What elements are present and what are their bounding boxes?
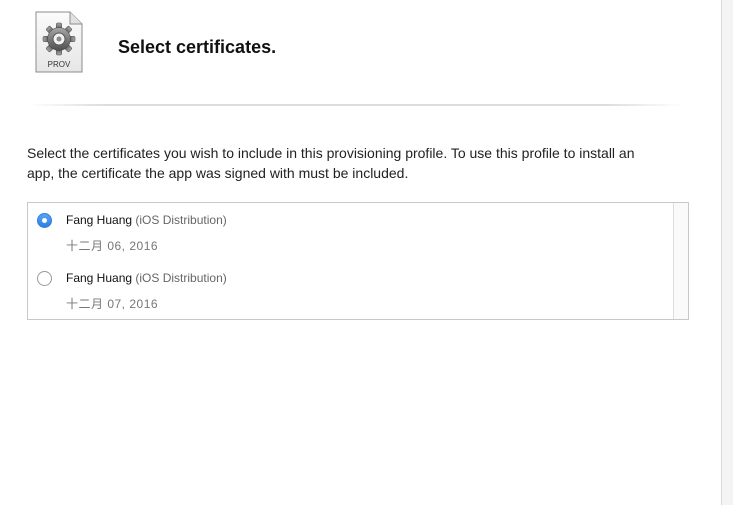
icon-label: PROV [48, 60, 71, 69]
certificate-title: Fang Huang (iOS Distribution) [66, 213, 227, 227]
header-divider [28, 104, 683, 106]
certificate-radio[interactable] [37, 271, 52, 286]
certificate-list: Fang Huang (iOS Distribution) 十二月 06, 20… [27, 202, 689, 320]
list-scrollbar[interactable] [673, 203, 688, 319]
certificate-selection-page: PROV Select certificates. Select the cer… [0, 0, 733, 505]
page-title: Select certificates. [118, 37, 277, 57]
instruction-text: Select the certificates you wish to incl… [27, 145, 635, 181]
certificate-option[interactable]: Fang Huang (iOS Distribution) 十二月 06, 20… [28, 203, 673, 261]
certificate-title: Fang Huang (iOS Distribution) [66, 271, 227, 285]
certificate-name: Fang Huang [66, 213, 133, 227]
certificate-type: (iOS Distribution) [135, 213, 227, 227]
provisioning-profile-icon: PROV [34, 11, 84, 74]
certificate-date: 十二月 06, 2016 [66, 239, 159, 253]
certificate-type: (iOS Distribution) [135, 271, 227, 285]
page-header: PROV Select certificates. [0, 0, 721, 108]
certificate-name: Fang Huang [66, 271, 133, 285]
certificate-option[interactable]: Fang Huang (iOS Distribution) 十二月 07, 20… [28, 261, 673, 319]
certificate-radio-selected[interactable] [37, 213, 52, 228]
certificate-date: 十二月 07, 2016 [66, 297, 159, 311]
window-edge [721, 0, 733, 505]
